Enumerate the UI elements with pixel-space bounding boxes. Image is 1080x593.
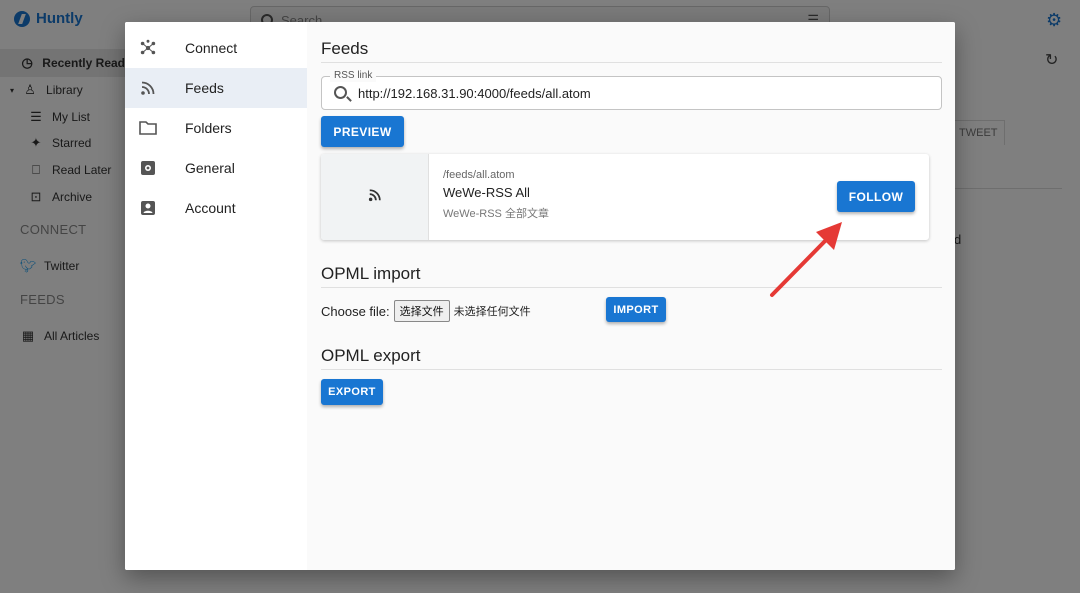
annotation-arrow-icon [770,222,842,297]
